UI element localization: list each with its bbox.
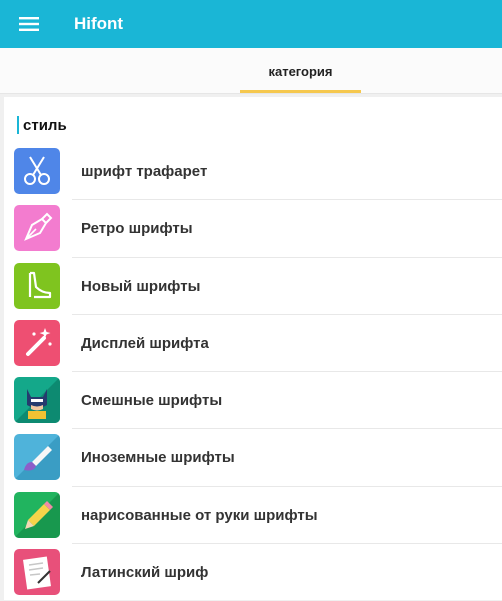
category-label: нарисованные от руки шрифты: [81, 506, 318, 524]
tab-indicator: [240, 90, 361, 93]
section-title: стиль: [23, 116, 67, 134]
menu-button[interactable]: [0, 0, 58, 48]
category-label: шрифт трафарет: [81, 163, 208, 180]
magic-wand-icon: [14, 319, 60, 366]
category-label: Новый шрифты: [81, 277, 201, 295]
section-header: стиль: [17, 115, 67, 135]
pencil-icon: [14, 491, 60, 538]
category-label: Латинский шриф: [81, 564, 209, 582]
masked-hero-icon: [14, 377, 60, 424]
category-item-new[interactable]: Новый шрифты: [4, 258, 502, 315]
category-item-handdrawn[interactable]: нарисованные от руки шрифты: [4, 487, 502, 545]
tab-category[interactable]: категория: [240, 48, 361, 94]
category-item-latin[interactable]: Латинский шриф: [4, 544, 502, 601]
category-list: шрифт трафарет Ретро шрифты Новый шрифты: [4, 143, 502, 601]
category-item-display[interactable]: Дисплей шрифта: [4, 315, 502, 373]
category-item-stencil[interactable]: шрифт трафарет: [4, 143, 502, 201]
paintbrush-icon: [14, 434, 60, 481]
category-label: Смешные шрифты: [81, 392, 223, 410]
app-bar: Hifont: [0, 0, 502, 48]
app-title: Hifont: [74, 14, 124, 33]
tab-bar: категория: [0, 48, 502, 94]
section-accent-bar: [17, 116, 19, 134]
category-item-funny[interactable]: Смешные шрифты: [4, 372, 502, 430]
category-item-foreign[interactable]: Иноземные шрифты: [4, 429, 502, 487]
hamburger-menu-icon: [19, 17, 39, 31]
scissors-icon: [14, 148, 60, 194]
category-item-retro[interactable]: Ретро шрифты: [4, 200, 502, 258]
category-list-panel: стиль шрифт трафарет Ретро шрифты Новый …: [4, 97, 502, 600]
high-heel-shoe-icon: [14, 262, 60, 309]
writing-hand-icon: [14, 549, 60, 596]
category-label: Иноземные шрифты: [81, 449, 235, 467]
category-label: Ретро шрифты: [81, 220, 193, 238]
category-label: Дисплей шрифта: [81, 334, 209, 352]
fountain-pen-icon: [14, 205, 60, 252]
